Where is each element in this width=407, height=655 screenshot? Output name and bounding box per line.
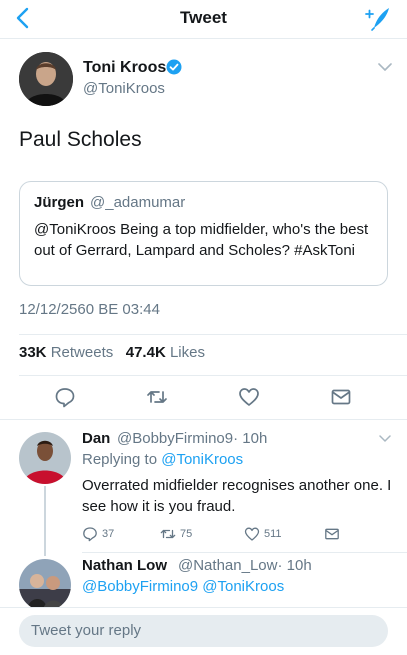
retweet-count: 75 — [180, 528, 193, 540]
like-count: 511 — [264, 528, 282, 540]
reply-text: Overrated midfielder recognises another … — [82, 477, 392, 515]
likes-label[interactable]: Likes — [170, 344, 205, 361]
reply-mentions[interactable]: @BobbyFirmino9 @ToniKroos — [82, 578, 284, 595]
navigation-bar: Tweet — [0, 0, 407, 39]
quoted-author-handle: @_adamumar — [90, 194, 186, 211]
divider — [19, 334, 407, 335]
retweet-icon[interactable] — [160, 526, 176, 542]
reply-author-name[interactable]: Dan — [82, 430, 110, 447]
verified-badge-icon — [166, 59, 182, 75]
thread-connector-line — [44, 486, 46, 556]
quoted-tweet[interactable]: Jürgen @_adamumar @ToniKroos Being a top… — [19, 181, 388, 286]
author-handle[interactable]: @ToniKroos — [83, 80, 165, 97]
direct-message-icon[interactable] — [324, 526, 340, 542]
likes-count[interactable]: 47.4K — [126, 344, 166, 361]
compose-tweet-icon[interactable] — [364, 4, 392, 32]
divider — [0, 419, 407, 420]
replying-to: Replying to @ToniKroos — [82, 451, 243, 468]
direct-message-icon[interactable] — [330, 386, 352, 408]
like-heart-icon[interactable] — [238, 386, 260, 408]
reply-author-avatar[interactable] — [19, 432, 71, 484]
quoted-tweet-text: @ToniKroos Being a top midfielder, who's… — [34, 221, 369, 259]
page-title: Tweet — [180, 8, 227, 27]
tweet-timestamp: 12/12/2560 BE 03:44 — [19, 301, 160, 318]
retweets-count[interactable]: 33K — [19, 344, 47, 361]
reply-author-handle[interactable]: @Nathan_Low· 10h — [178, 557, 312, 574]
reply-time: · 10h — [277, 557, 312, 574]
author-avatar[interactable] — [19, 52, 73, 106]
author-name[interactable]: Toni Kroos — [83, 59, 166, 77]
reply-count: 37 — [102, 528, 115, 540]
reply-author-name[interactable]: Nathan Low — [82, 557, 167, 574]
divider — [82, 552, 407, 553]
chevron-down-icon[interactable] — [378, 62, 392, 72]
quoted-author-name: Jürgen — [34, 194, 85, 211]
retweets-label[interactable]: Retweets — [51, 344, 114, 361]
retweet-icon[interactable] — [146, 386, 168, 408]
reply-icon[interactable] — [54, 386, 76, 408]
divider — [19, 375, 407, 376]
tweet-text: Paul Scholes — [19, 128, 142, 151]
reply-time: · 10h — [233, 430, 268, 447]
like-heart-icon[interactable] — [244, 526, 260, 542]
chevron-down-icon[interactable] — [379, 434, 391, 443]
reply-author-avatar[interactable] — [19, 559, 71, 611]
tweet-stats: 33K Retweets 47.4K Likes — [19, 344, 205, 361]
reply-author-handle[interactable]: @BobbyFirmino9· 10h — [117, 430, 267, 447]
reply-input[interactable]: Tweet your reply — [19, 615, 388, 647]
reply-icon[interactable] — [82, 526, 98, 542]
replying-to-mention[interactable]: @ToniKroos — [161, 451, 243, 468]
replying-to-label: Replying to — [82, 451, 158, 468]
